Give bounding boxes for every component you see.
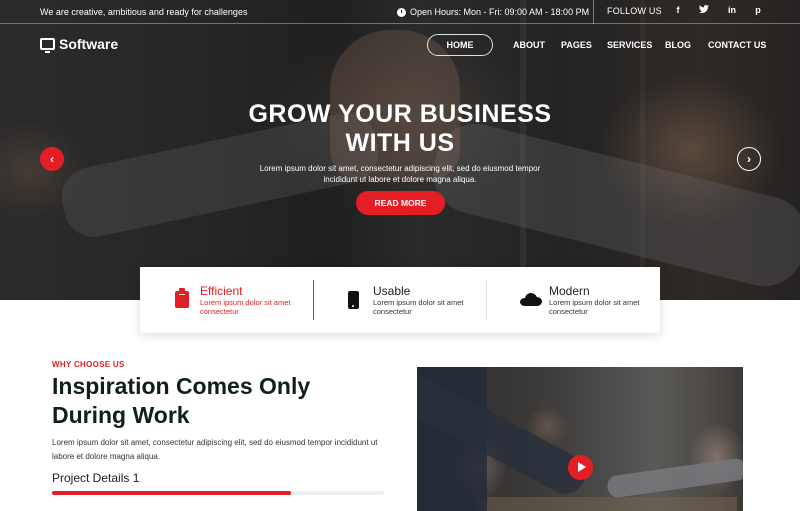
pinterest-icon[interactable]: p [752,5,764,15]
video-thumbnail[interactable] [417,367,743,511]
section-label: WHY CHOOSE US [52,360,125,369]
topbar-divider [593,0,594,24]
linkedin-icon[interactable]: in [726,5,738,15]
feature-desc: Lorem ipsum dolor sit amet consectetur [200,298,291,316]
clock-icon [397,7,406,17]
feature-title: Usable [373,284,411,298]
nav-item-about[interactable]: ABOUT [513,40,545,50]
follow-us-label: FOLLOW US [607,6,662,16]
tagline: We are creative, ambitious and ready for… [40,7,248,17]
feature-title: Efficient [200,284,243,298]
hero-title-line: WITH US [345,129,455,157]
feature-title: Modern [549,284,590,298]
open-hours: Open Hours: Mon - Fri: 09:00 AM - 18:00 … [397,7,589,17]
hero-title-line: GROW YOUR BUSINESS [248,100,552,128]
feature-desc: Lorem ipsum dolor sit amet consectetur [373,298,464,316]
slider-next-button[interactable]: › [737,147,761,171]
nav-item-pages[interactable]: PAGES [561,40,592,50]
section-text: Lorem ipsum dolor sit amet, consectetur … [52,438,378,461]
video-bg-detail [477,497,737,511]
project-label: Project Details 1 [52,471,140,485]
chevron-right-icon: › [747,152,751,166]
hero-title: GROW YOUR BUSINESS WITH US [200,100,600,158]
phone-icon [348,291,359,309]
project-progress-fill [52,491,292,495]
feature-divider [313,280,314,320]
video-bg-detail [606,457,743,499]
nav-item-blog[interactable]: BLOG [665,40,691,50]
facebook-icon[interactable]: f [672,5,684,15]
feature-modern[interactable]: Modern Lorem ipsum dolor sit amet consec… [520,267,660,333]
hero-subtitle: Lorem ipsum dolor sit amet, consectetur … [259,164,541,184]
main-nav: HOME ABOUT PAGES SERVICES BLOG CONTACT U… [0,34,800,56]
twitter-icon[interactable] [698,5,710,16]
feature-desc: Lorem ipsum dolor sit amet consectetur [549,298,640,316]
nav-item-home[interactable]: HOME [427,34,493,56]
features-card: Efficient Lorem ipsum dolor sit amet con… [140,267,660,333]
project-progress-bar [52,491,384,495]
feature-efficient[interactable]: Efficient Lorem ipsum dolor sit amet con… [175,267,315,333]
read-more-button[interactable]: READ MORE [356,191,445,215]
feature-usable[interactable]: Usable Lorem ipsum dolor sit amet consec… [348,267,488,333]
clipboard-icon [175,288,189,308]
slider-prev-button[interactable]: ‹ [40,147,64,171]
play-icon[interactable] [568,455,593,480]
chevron-left-icon: ‹ [50,152,54,166]
feature-divider [486,280,487,320]
open-hours-text: Open Hours: Mon - Fri: 09:00 AM - 18:00 … [410,7,590,17]
section-title: Inspiration Comes Only During Work [52,373,311,428]
top-bar: We are creative, ambitious and ready for… [0,0,800,24]
cloud-icon [520,291,542,306]
nav-item-services[interactable]: SERVICES [607,40,652,50]
nav-item-contact[interactable]: CONTACT US [708,40,766,50]
